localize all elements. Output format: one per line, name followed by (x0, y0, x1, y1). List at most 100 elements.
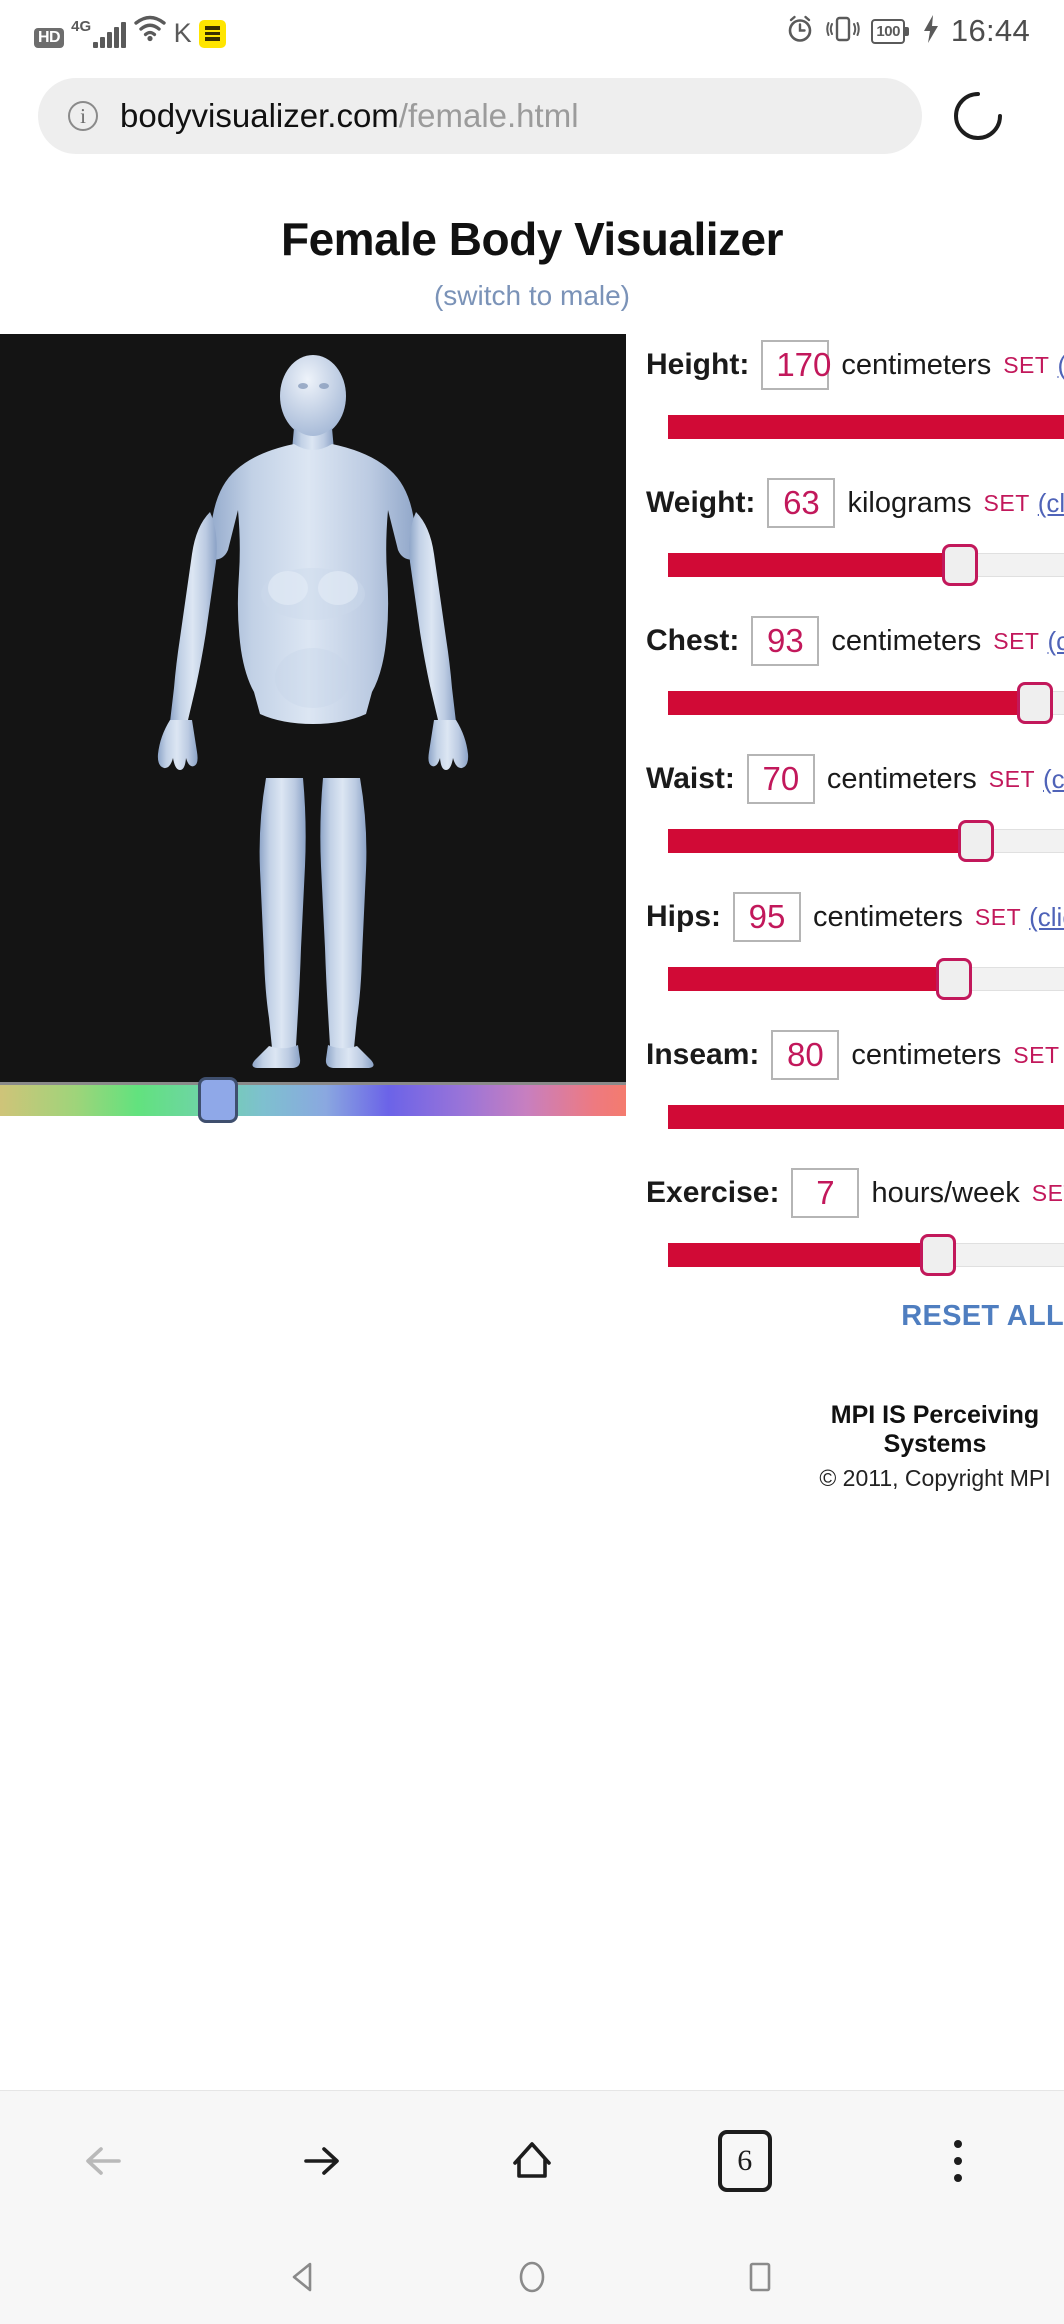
hips-input[interactable]: 95 (733, 892, 801, 942)
info-icon[interactable]: i (68, 101, 98, 131)
page-footer: MPI IS Perceiving Systems © 2011, Copyri… (646, 1401, 1064, 1492)
control-row-inseam: Inseam: 80 centimeters SET (click to cha… (646, 1030, 1064, 1138)
height-units: centimeters (841, 348, 992, 381)
hips-slider-fill (668, 967, 955, 991)
hips-slider[interactable] (668, 958, 1064, 1000)
control-row-waist: Waist: 70 centimeters SET (click to chan… (646, 754, 1064, 862)
inseam-input[interactable]: 80 (771, 1030, 840, 1080)
chest-units: centimeters (831, 624, 982, 657)
tab-switcher-button[interactable]: 6 (685, 2111, 805, 2211)
alarm-clock-icon (785, 14, 815, 49)
forward-arrow-icon[interactable] (259, 2111, 379, 2211)
status-bar-right: 100 16:44 (785, 13, 1030, 49)
weight-set-button[interactable]: SET (984, 490, 1030, 517)
android-nav-bar (0, 2230, 1064, 2324)
waist-set-button[interactable]: SET (989, 766, 1035, 793)
inseam-slider-fill (668, 1105, 1064, 1129)
circle-home-icon[interactable] (482, 2230, 582, 2324)
reset-row: RESET ALL (646, 1300, 1064, 1333)
control-row-weight: Weight: 63 kilograms SET (click to chang… (646, 478, 1064, 586)
hips-slider-thumb[interactable] (936, 958, 973, 1000)
body-color-slider[interactable] (0, 1077, 626, 1123)
control-row-chest: Chest: 93 centimeters SET (click to chan… (646, 616, 1064, 724)
hips-units: centimeters (813, 900, 963, 933)
tab-count-label: 6 (717, 2129, 772, 2192)
exercise-units: hours/week (871, 1176, 1020, 1209)
height-input[interactable]: 170 (761, 340, 831, 390)
chest-slider-thumb[interactable] (1017, 682, 1054, 724)
chest-slider[interactable] (668, 682, 1064, 724)
inseam-set-button[interactable]: SET (1013, 1042, 1059, 1069)
height-slider-fill (668, 415, 1064, 439)
viewport-column (0, 334, 626, 1123)
exercise-slider-thumb[interactable] (920, 1234, 956, 1276)
height-label: Height: (646, 348, 750, 381)
kebab-menu-icon[interactable] (898, 2111, 1018, 2211)
battery-level-label: 100 (876, 22, 900, 40)
status-bar: HD 4G K 100 16:44 (0, 0, 1064, 62)
page-title: Female Body Visualizer (280, 213, 784, 265)
browser-url-bar: i bodyvisualizer.com/female.html (0, 62, 1064, 170)
hd-icon: HD (34, 27, 65, 48)
waist-units-hint[interactable]: (click to change units) (1043, 764, 1064, 795)
signal-bars-icon: 4G (71, 19, 126, 48)
waist-label: Waist: (646, 762, 735, 795)
square-recents-icon[interactable] (710, 2230, 810, 2324)
inseam-units: centimeters (851, 1038, 1002, 1071)
back-arrow-icon[interactable] (46, 2111, 166, 2211)
exercise-label: Exercise: (646, 1176, 780, 1209)
weight-units: kilograms (847, 486, 972, 519)
charging-bolt-icon (922, 14, 940, 48)
height-slider[interactable] (668, 406, 1064, 448)
control-row-exercise: Exercise: 7 hours/week SET (click to cha… (646, 1168, 1064, 1276)
inseam-slider[interactable] (668, 1096, 1064, 1138)
chest-set-button[interactable]: SET (993, 628, 1039, 655)
body-model-figure[interactable] (98, 348, 528, 1068)
exercise-slider-fill (668, 1243, 938, 1267)
url-path: /female.html (398, 97, 579, 134)
waist-slider-fill (668, 829, 976, 853)
url-input[interactable]: i bodyvisualizer.com/female.html (38, 78, 922, 154)
measurement-controls: Height: 170 centimeters SET (click to ch… (626, 334, 1064, 1492)
exercise-input[interactable]: 7 (791, 1168, 860, 1218)
app-badge-icon (198, 20, 226, 48)
weight-input[interactable]: 63 (767, 478, 836, 528)
color-slider-thumb[interactable] (198, 1077, 238, 1123)
k-app-icon: K (173, 18, 192, 48)
body-model-viewport[interactable] (0, 334, 626, 1082)
waist-input[interactable]: 70 (746, 754, 815, 804)
triangle-back-icon[interactable] (254, 2230, 354, 2324)
chest-units-hint[interactable]: (click to change units) (1047, 626, 1064, 657)
weight-slider-fill (668, 553, 960, 577)
weight-slider-thumb[interactable] (941, 544, 978, 586)
browser-bottom-toolbar: 6 (0, 2090, 1064, 2230)
hips-units-hint[interactable]: (click to change units) (1029, 902, 1064, 933)
signal-strength-icon (93, 22, 126, 48)
weight-slider[interactable] (668, 544, 1064, 586)
battery-icon: 100 (871, 18, 909, 44)
inseam-label: Inseam: (646, 1038, 760, 1071)
waist-slider-thumb[interactable] (957, 820, 994, 862)
waist-units: centimeters (826, 762, 977, 795)
reset-all-button[interactable]: RESET ALL (901, 1300, 1064, 1332)
exercise-set-button[interactable]: SET (1032, 1180, 1064, 1207)
switch-to-male-link[interactable]: (switch to male) (0, 280, 1064, 312)
control-row-hips: Hips: 95 centimeters SET (click to chang… (646, 892, 1064, 1000)
status-bar-left: HD 4G K (34, 14, 226, 48)
height-units-hint[interactable]: (click to change units) (1057, 350, 1064, 381)
control-row-height: Height: 170 centimeters SET (click to ch… (646, 340, 1064, 448)
visualizer-app: Height: 170 centimeters SET (click to ch… (0, 334, 1064, 1492)
chest-label: Chest: (646, 624, 740, 657)
network-type-label: 4G (71, 18, 92, 35)
height-set-button[interactable]: SET (1003, 352, 1049, 379)
exercise-slider[interactable] (668, 1234, 1064, 1276)
reload-icon[interactable] (950, 88, 1006, 144)
hips-label: Hips: (646, 900, 721, 933)
vibrate-icon (826, 14, 861, 49)
chest-input[interactable]: 93 (751, 616, 820, 666)
hips-set-button[interactable]: SET (975, 904, 1021, 931)
url-text: bodyvisualizer.com/female.html (120, 97, 579, 135)
weight-units-hint[interactable]: (click to change units) (1038, 488, 1064, 519)
waist-slider[interactable] (668, 820, 1064, 862)
home-icon[interactable] (472, 2111, 592, 2211)
